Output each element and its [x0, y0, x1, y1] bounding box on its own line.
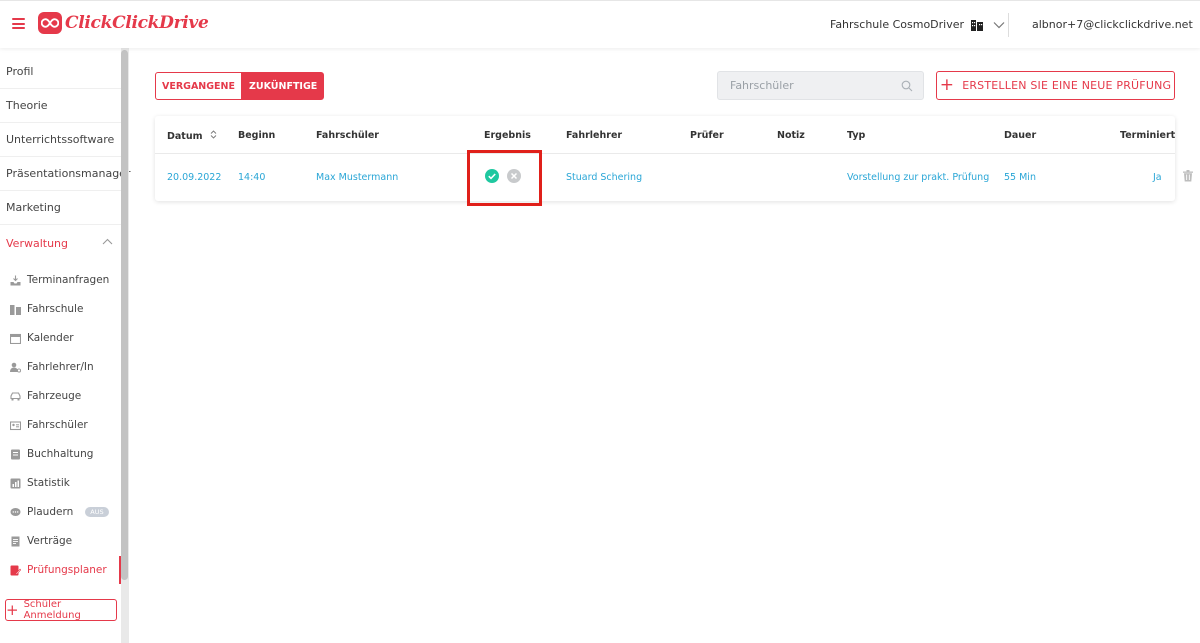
chevron-down-icon	[993, 21, 1005, 28]
student-signup-label: Schüler Anmeldung	[23, 599, 81, 621]
top-header: ClickClickDrive Fahrschule CosmoDriver a…	[0, 0, 1200, 48]
column-header-label: Datum	[167, 131, 203, 142]
user-email: albnor+7@clickclickdrive.net	[1032, 18, 1193, 31]
column-header-typ: Typ	[847, 130, 866, 141]
sidebar-item-theorie[interactable]: Theorie	[0, 89, 121, 123]
sidebar-scrollbar-thumb[interactable]	[121, 50, 128, 580]
sidebar-item-profil[interactable]: Profil	[0, 55, 121, 89]
header-divider	[1008, 13, 1009, 37]
exam-table: Datum Beginn Fahrschüler Ergebnis Fahrle…	[155, 116, 1175, 201]
time-filter-tabs: VERGANGENE ZUKÜNFTIGE	[155, 72, 325, 100]
search-icon	[901, 80, 913, 92]
sidebar-sub-label: Fahrzeuge	[27, 390, 82, 402]
column-header-datum[interactable]: Datum	[167, 130, 217, 142]
cell-dauer[interactable]: 55 Min	[1004, 172, 1036, 183]
cell-beginn[interactable]: 14:40	[238, 172, 265, 183]
sidebar-sub-vertraege[interactable]: Verträge	[0, 527, 121, 555]
column-header-notiz: Notiz	[777, 130, 805, 141]
sidebar-sub-fahrlehrer[interactable]: Fahrlehrer/In	[0, 353, 121, 381]
plus-icon: +	[6, 600, 19, 619]
building-icon	[10, 304, 21, 315]
sidebar-sub-plaudern[interactable]: Plaudern AUS	[0, 498, 121, 526]
result-highlight-box	[467, 150, 542, 206]
sidebar-sub-fahrschueler[interactable]: Fahrschüler	[0, 411, 121, 439]
app-logo[interactable]: ClickClickDrive	[38, 12, 209, 34]
column-header-beginn: Beginn	[238, 130, 276, 141]
status-badge: AUS	[85, 507, 109, 517]
sidebar-sub-pruefungsplaner[interactable]: Prüfungsplaner	[0, 556, 121, 584]
logo-text: ClickClickDrive	[65, 13, 209, 33]
sidebar-item-label: Profil	[6, 65, 34, 78]
building-icon	[971, 19, 984, 31]
column-header-fahrlehrer: Fahrlehrer	[566, 130, 623, 141]
sidebar-item-label: Marketing	[6, 201, 61, 214]
sidebar-item-label: Präsentationsmanager	[6, 167, 131, 180]
column-header-fahrschueler: Fahrschüler	[316, 130, 379, 141]
sidebar-sub-buchhaltung[interactable]: Buchhaltung	[0, 440, 121, 468]
column-header-dauer: Dauer	[1004, 130, 1037, 141]
instructor-icon	[10, 362, 21, 373]
menu-icon[interactable]	[12, 18, 25, 29]
sidebar-sub-fahrzeuge[interactable]: Fahrzeuge	[0, 382, 121, 410]
search-placeholder: Fahrschüler	[730, 79, 794, 92]
sidebar-sub-label: Kalender	[27, 332, 74, 344]
sidebar-sub-label: Plaudern	[27, 506, 74, 518]
cell-fahrlehrer[interactable]: Stuard Schering	[566, 172, 642, 183]
sidebar-sub-terminanfragen[interactable]: Terminanfragen	[0, 266, 121, 294]
sidebar-sub-label: Fahrlehrer/In	[27, 361, 94, 373]
tab-zukuenftige[interactable]: ZUKÜNFTIGE	[242, 72, 325, 100]
column-header-terminiert: Terminiert	[1120, 130, 1176, 141]
school-selector[interactable]: Fahrschule CosmoDriver	[830, 18, 1005, 31]
column-header-pruefer: Prüfer	[690, 130, 724, 141]
student-signup-button[interactable]: + Schüler Anmeldung	[5, 599, 117, 621]
column-header-ergebnis: Ergebnis	[484, 130, 531, 141]
calendar-icon	[10, 333, 21, 344]
sidebar-item-unterrichtssoftware[interactable]: Unterrichtssoftware	[0, 123, 121, 157]
student-search-input[interactable]: Fahrschüler	[717, 71, 924, 100]
car-icon	[10, 391, 21, 400]
school-name: Fahrschule CosmoDriver	[830, 18, 965, 31]
trash-icon[interactable]	[1183, 170, 1193, 182]
sort-icon[interactable]	[210, 130, 217, 139]
create-exam-label: ERSTELLEN SIE EINE NEUE PRÜFUNG	[962, 79, 1172, 92]
chevron-up-icon	[102, 238, 113, 245]
sidebar-sub-statistik[interactable]: Statistik	[0, 469, 121, 497]
sidebar-item-label: Theorie	[6, 99, 48, 112]
sidebar-item-verwaltung[interactable]: Verwaltung	[0, 226, 121, 260]
sidebar-item-praesentationsmanager[interactable]: Präsentationsmanager	[0, 157, 130, 191]
sidebar-item-label: Unterrichtssoftware	[6, 133, 115, 146]
header-divider	[155, 153, 1175, 154]
cell-datum[interactable]: 20.09.2022	[167, 172, 221, 183]
chart-icon	[10, 478, 21, 488]
sidebar-sub-fahrschule[interactable]: Fahrschule	[0, 295, 121, 323]
sidebar-sub-label: Buchhaltung	[27, 448, 94, 460]
sidebar-sub-label: Fahrschüler	[27, 419, 88, 431]
tab-vergangene[interactable]: VERGANGENE	[155, 72, 242, 100]
user-menu[interactable]: albnor+7@clickclickdrive.net	[1032, 18, 1200, 31]
sidebar-sub-label: Fahrschule	[27, 303, 84, 315]
inbox-icon	[10, 275, 21, 285]
sidebar-sub-label: Prüfungsplaner	[27, 564, 107, 576]
sidebar: Profil Theorie Unterrichtssoftware Präse…	[0, 48, 130, 643]
cell-fahrschueler[interactable]: Max Mustermann	[316, 172, 398, 183]
sidebar-item-marketing[interactable]: Marketing	[0, 191, 121, 225]
plus-icon: +	[939, 75, 955, 95]
exam-planner-icon	[10, 565, 21, 575]
create-exam-button[interactable]: + ERSTELLEN SIE EINE NEUE PRÜFUNG	[936, 71, 1175, 100]
chat-icon	[10, 507, 21, 516]
student-card-icon	[10, 420, 21, 430]
cell-terminiert[interactable]: Ja	[1153, 172, 1162, 183]
sidebar-sub-label: Statistik	[27, 477, 70, 489]
ledger-icon	[11, 449, 20, 459]
sidebar-item-label: Verwaltung	[6, 236, 68, 250]
sidebar-sub-kalender[interactable]: Kalender	[0, 324, 121, 352]
sidebar-sub-label: Verträge	[27, 535, 73, 547]
logo-infinity-icon	[38, 12, 62, 34]
sidebar-sub-label: Terminanfragen	[27, 274, 110, 286]
cell-typ[interactable]: Vorstellung zur prakt. Prüfung	[847, 172, 989, 183]
contract-icon	[11, 536, 20, 546]
